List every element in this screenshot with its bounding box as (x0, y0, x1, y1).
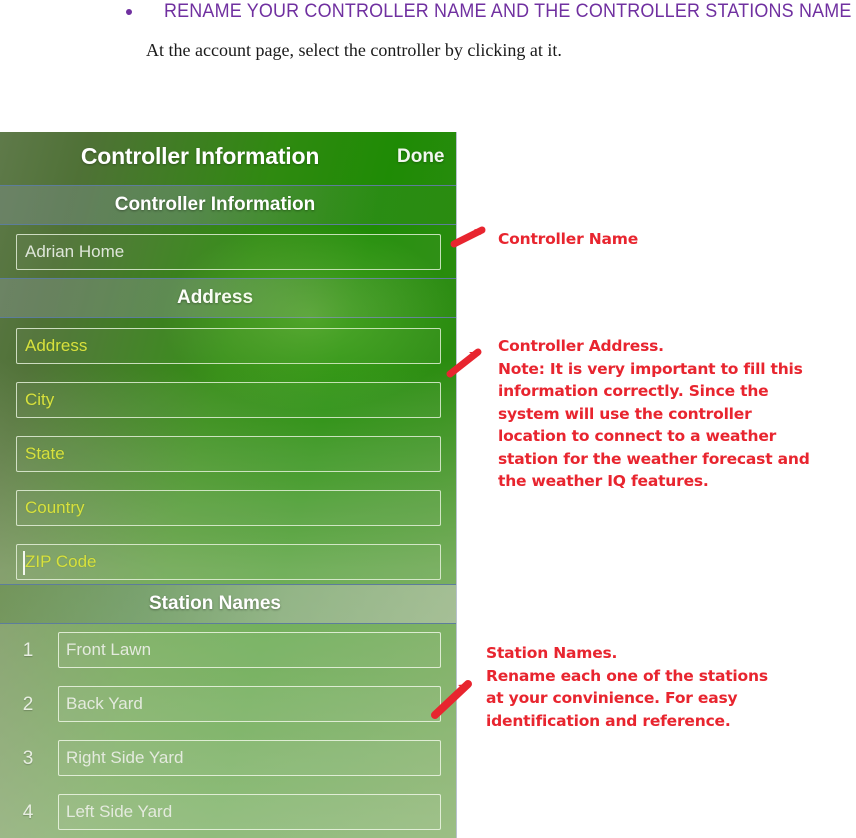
station-row: 1 Front Lawn (0, 632, 456, 678)
address-placeholder: Address (25, 336, 88, 355)
document-bullet-heading-row: RENAME YOUR CONTROLLER NAME AND THE CONT… (0, 0, 856, 30)
station-name-value: Left Side Yard (66, 802, 173, 821)
state-placeholder: State (25, 444, 65, 463)
zip-code-placeholder: ZIP Code (25, 552, 97, 571)
app-navbar: Controller Information Done (0, 132, 456, 185)
station-name-input[interactable]: Back Yard (58, 686, 441, 722)
station-name-value: Back Yard (66, 694, 143, 713)
annotation-arrow-icon (450, 226, 492, 248)
station-number: 3 (22, 748, 34, 769)
state-input[interactable]: State (16, 436, 441, 472)
station-name-value: Right Side Yard (66, 748, 184, 767)
section-header-controller-information: Controller Information (0, 185, 456, 225)
section-header-address: Address (0, 278, 456, 318)
station-name-input[interactable]: Front Lawn (58, 632, 441, 668)
station-row: 2 Back Yard (0, 686, 456, 732)
station-row: 4 Left Side Yard (0, 794, 456, 838)
app-screenshot-panel: Controller Information Done Controller I… (0, 132, 457, 838)
country-placeholder: Country (25, 498, 85, 517)
country-input[interactable]: Country (16, 490, 441, 526)
annotation-arrow-icon (431, 680, 472, 719)
controller-name-input[interactable]: Adrian Home (16, 234, 441, 270)
done-button[interactable]: Done (397, 146, 445, 168)
annotation-arrow-icon (446, 348, 488, 378)
city-input[interactable]: City (16, 382, 441, 418)
address-input[interactable]: Address (16, 328, 441, 364)
station-name-value: Front Lawn (66, 640, 152, 659)
bullet-point-icon (126, 9, 132, 15)
section-header-station-names: Station Names (0, 584, 456, 624)
section-label: Address (176, 287, 254, 308)
station-name-input[interactable]: Left Side Yard (58, 794, 441, 830)
city-placeholder: City (25, 390, 55, 409)
controller-name-value: Adrian Home (25, 242, 125, 261)
page-title: RENAME YOUR CONTROLLER NAME AND THE CONT… (164, 0, 852, 22)
annotation-controller-address: Controller Address. Note: It is very imp… (498, 337, 810, 490)
station-number: 1 (22, 640, 34, 661)
station-number: 2 (22, 694, 34, 715)
annotation-station-names: Station Names. Rename each one of the st… (486, 644, 768, 730)
station-number: 4 (22, 802, 34, 823)
navbar-title: Controller Information (80, 143, 320, 169)
document-instruction-text: At the account page, select the controll… (146, 40, 562, 60)
text-cursor (23, 551, 25, 575)
station-row: 3 Right Side Yard (0, 740, 456, 786)
annotation-controller-name: Controller Name (498, 230, 639, 248)
station-name-input[interactable]: Right Side Yard (58, 740, 441, 776)
section-label: Station Names (149, 593, 281, 614)
zip-code-input[interactable]: ZIP Code (16, 544, 441, 580)
section-label: Controller Information (114, 194, 316, 215)
